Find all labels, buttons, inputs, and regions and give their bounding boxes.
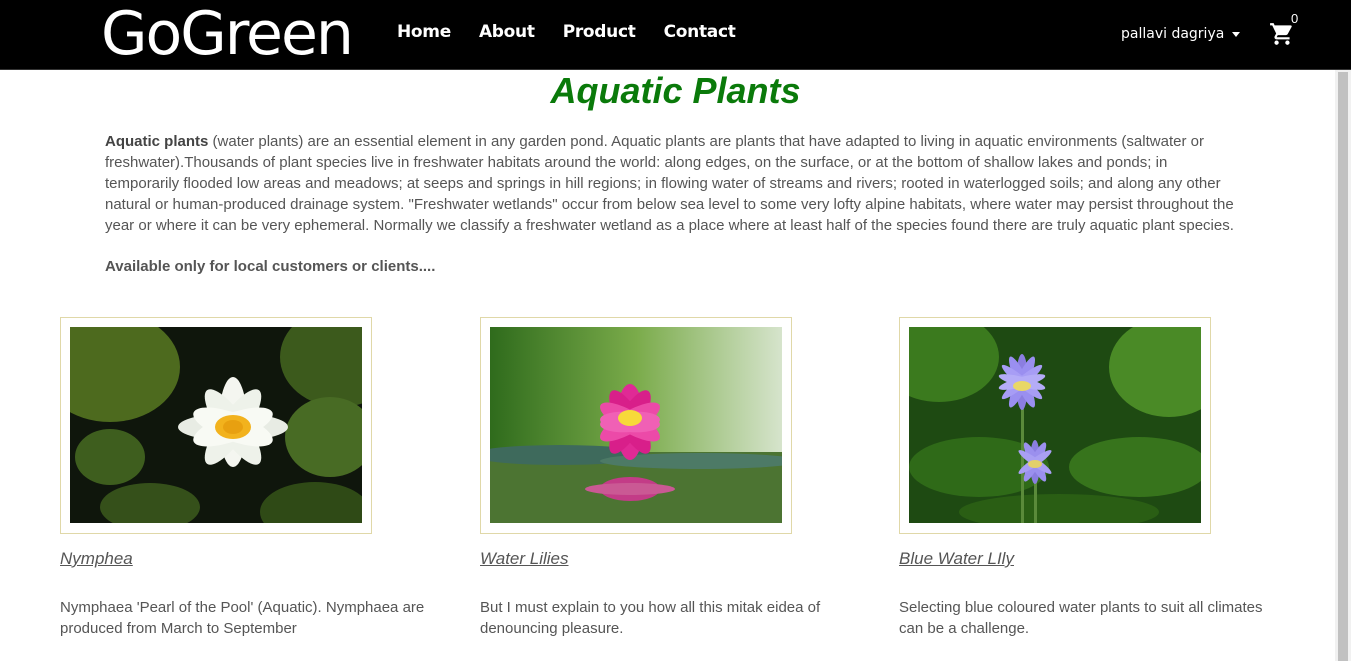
product-title-link[interactable]: Blue Water LIly	[899, 549, 1014, 569]
nav-link-home[interactable]: Home	[397, 22, 451, 42]
intro-bold-lead: Aquatic plants	[105, 133, 209, 150]
blue-water-lily-image	[909, 327, 1201, 523]
intro-paragraph: Aquatic plants (water plants) are an ess…	[105, 131, 1245, 236]
product-card-water-lilies: Water Lilies But I must explain to you h…	[480, 317, 820, 637]
product-title-link[interactable]: Water Lilies	[480, 549, 569, 569]
caret-down-icon	[1232, 32, 1241, 37]
page-title: Aquatic Plants	[550, 70, 801, 111]
nav-link-product[interactable]: Product	[563, 22, 636, 42]
product-image-frame[interactable]	[480, 317, 792, 534]
product-title-link[interactable]: Nymphea	[60, 549, 133, 569]
product-image-frame[interactable]	[899, 317, 1211, 534]
nav-links: Home About Product Contact	[397, 22, 736, 42]
user-dropdown[interactable]: pallavi dagriya	[1121, 26, 1241, 42]
nav-link-about[interactable]: About	[479, 22, 535, 42]
brand-logo[interactable]: GoGreen	[101, 0, 354, 70]
product-card-blue-water-lily: Blue Water LIly Selecting blue coloured …	[899, 317, 1263, 637]
availability-notice: Available only for local customers or cl…	[105, 258, 436, 275]
nav-link-contact[interactable]: Contact	[664, 22, 736, 42]
user-name: pallavi dagriya	[1121, 26, 1225, 42]
cart-count-badge: 0	[1291, 11, 1299, 26]
product-description: But I must explain to you how all this m…	[480, 599, 821, 637]
white-water-lily-image	[70, 327, 362, 523]
intro-text: (water plants) are an essential element …	[105, 133, 1234, 234]
pink-water-lily-image	[490, 327, 782, 523]
scrollbar-thumb[interactable]	[1338, 72, 1348, 661]
vertical-scrollbar[interactable]	[1335, 70, 1351, 661]
product-description: Selecting blue coloured water plants to …	[899, 599, 1263, 637]
product-card-nymphea: Nymphea Nymphaea 'Pearl of the Pool' (Aq…	[60, 317, 424, 637]
navbar: GoGreen Home About Product Contact palla…	[0, 0, 1351, 70]
product-description: Nymphaea 'Pearl of the Pool' (Aquatic). …	[60, 599, 425, 637]
product-image-frame[interactable]	[60, 317, 372, 534]
